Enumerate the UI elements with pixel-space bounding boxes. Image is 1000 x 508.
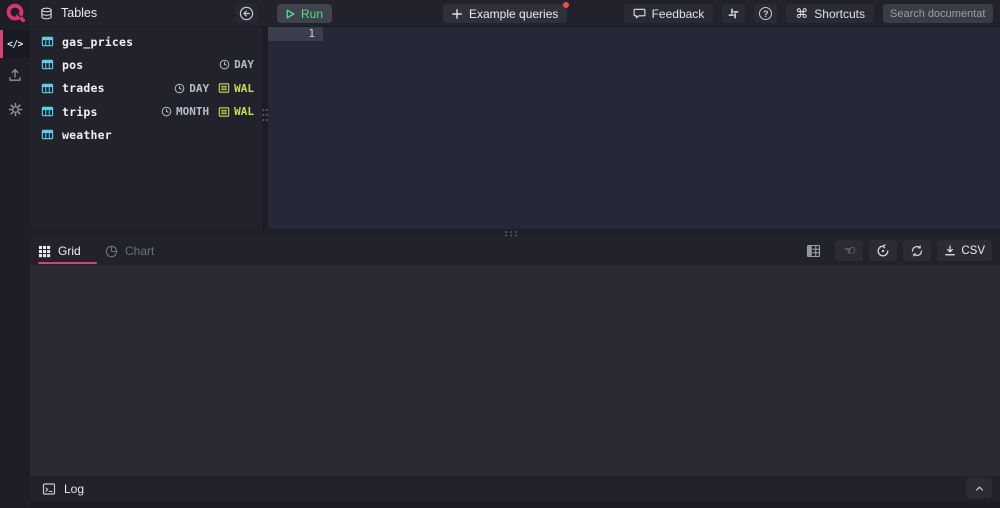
line-number: 1 [308, 27, 315, 40]
tab-grid[interactable]: Grid [38, 237, 97, 265]
query-history-button[interactable] [869, 240, 897, 261]
partition-info: DAY [174, 82, 209, 95]
table-icon [41, 58, 54, 71]
plus-icon [452, 9, 462, 19]
questdb-logo[interactable] [4, 2, 26, 24]
partition-label: DAY [189, 82, 209, 95]
collapse-tables-button[interactable] [235, 3, 258, 23]
table-row[interactable]: gas_prices [30, 30, 262, 53]
help-icon: ? [759, 7, 772, 20]
results-grid-area [30, 265, 1000, 476]
download-icon [944, 244, 956, 257]
pointer-mode-button[interactable]: ☞ [835, 240, 863, 261]
example-queries-label: Example queries [469, 7, 558, 21]
partition-info: DAY [219, 58, 254, 71]
tables-panel-title: Tables [61, 6, 97, 20]
table-icon [41, 82, 54, 95]
table-icon [41, 128, 54, 141]
sidebar-item-import[interactable] [0, 61, 30, 89]
clock-icon [174, 83, 185, 94]
active-indicator [0, 30, 3, 58]
clock-icon [219, 59, 230, 70]
table-row[interactable]: trades DAY WAL [30, 77, 262, 100]
partition-info: MONTH [161, 105, 209, 118]
wal-label: WAL [234, 105, 254, 118]
freeze-column-icon [806, 244, 821, 258]
table-name: gas_prices [62, 35, 133, 49]
refresh-button[interactable] [903, 240, 931, 261]
wal-badge: WAL [218, 82, 254, 95]
log-toggle[interactable]: Log [42, 476, 84, 501]
log-bar[interactable]: Log [30, 476, 1000, 501]
help-button[interactable]: ? [754, 4, 777, 23]
feedback-button[interactable]: Feedback [624, 4, 714, 23]
wal-icon [218, 82, 230, 94]
sidebar-item-settings[interactable] [0, 95, 30, 123]
upload-icon [7, 67, 23, 83]
partition-label: DAY [234, 58, 254, 71]
pie-chart-icon [105, 245, 118, 258]
chevron-up-icon [973, 483, 986, 493]
slack-icon [727, 7, 740, 20]
speech-bubble-icon [633, 7, 646, 20]
search-documentation-input[interactable] [883, 4, 993, 23]
questdb-console: </> Tables [0, 0, 1000, 508]
chart-tab-label: Chart [125, 244, 154, 258]
wal-badge: WAL [218, 105, 254, 118]
table-name: trips [62, 105, 98, 119]
example-queries-button[interactable]: Example queries [443, 4, 567, 23]
collapse-circle-left-icon [239, 6, 254, 21]
database-icon [40, 7, 53, 20]
sidebar-item-sql-editor[interactable]: </> [0, 30, 30, 58]
command-icon: ⌘ [795, 7, 808, 20]
clock-icon [161, 106, 172, 117]
left-rail: </> [0, 0, 30, 508]
table-row[interactable]: weather [30, 123, 262, 146]
partition-label: MONTH [176, 105, 209, 118]
play-icon [286, 9, 295, 19]
horizontal-splitter[interactable] [30, 229, 1000, 237]
feedback-label: Feedback [652, 7, 705, 21]
log-collapse-button[interactable] [966, 478, 992, 498]
active-line-gutter: 1 [268, 27, 323, 41]
gear-icon [8, 102, 23, 117]
top-bar: Tables Run Example queries [30, 0, 1000, 27]
table-icon [41, 35, 54, 48]
slack-button[interactable] [722, 4, 745, 23]
code-icon: </> [7, 39, 23, 50]
grid-tab-label: Grid [58, 244, 81, 258]
grid-icon [38, 245, 51, 258]
tables-panel: gas_pricespos DAY trades DAY WAL trips MONTH WA… [30, 27, 262, 229]
csv-label: CSV [961, 245, 985, 257]
wal-label: WAL [234, 82, 254, 95]
table-row[interactable]: trips MONTH WAL [30, 100, 262, 123]
table-name: weather [62, 128, 112, 142]
tables-panel-header: Tables [40, 0, 97, 26]
table-icon [41, 105, 54, 118]
sql-editor[interactable]: 1 [268, 27, 1000, 229]
freeze-columns-button[interactable] [806, 244, 821, 258]
shortcuts-label: Shortcuts [814, 7, 865, 21]
terminal-icon [42, 482, 56, 496]
wal-icon [218, 106, 230, 118]
tab-chart[interactable]: Chart [105, 237, 165, 265]
results-toolbar: Grid Chart ☞ [30, 237, 1000, 265]
history-icon [876, 244, 890, 258]
run-query-button[interactable]: Run [277, 4, 332, 23]
shortcuts-button[interactable]: ⌘ Shortcuts [786, 4, 874, 23]
table-name: pos [62, 58, 83, 72]
log-label: Log [64, 482, 84, 496]
download-csv-button[interactable]: CSV [937, 240, 992, 261]
run-button-label: Run [301, 7, 323, 21]
drag-handle-icon [504, 229, 520, 237]
pointer-icon: ☞ [844, 244, 856, 257]
table-row[interactable]: pos DAY [30, 53, 262, 76]
tables-list: gas_pricespos DAY trades DAY WAL trips MONTH WA… [30, 30, 262, 146]
notification-dot [563, 2, 569, 8]
table-name: trades [62, 81, 105, 95]
refresh-icon [910, 244, 924, 258]
